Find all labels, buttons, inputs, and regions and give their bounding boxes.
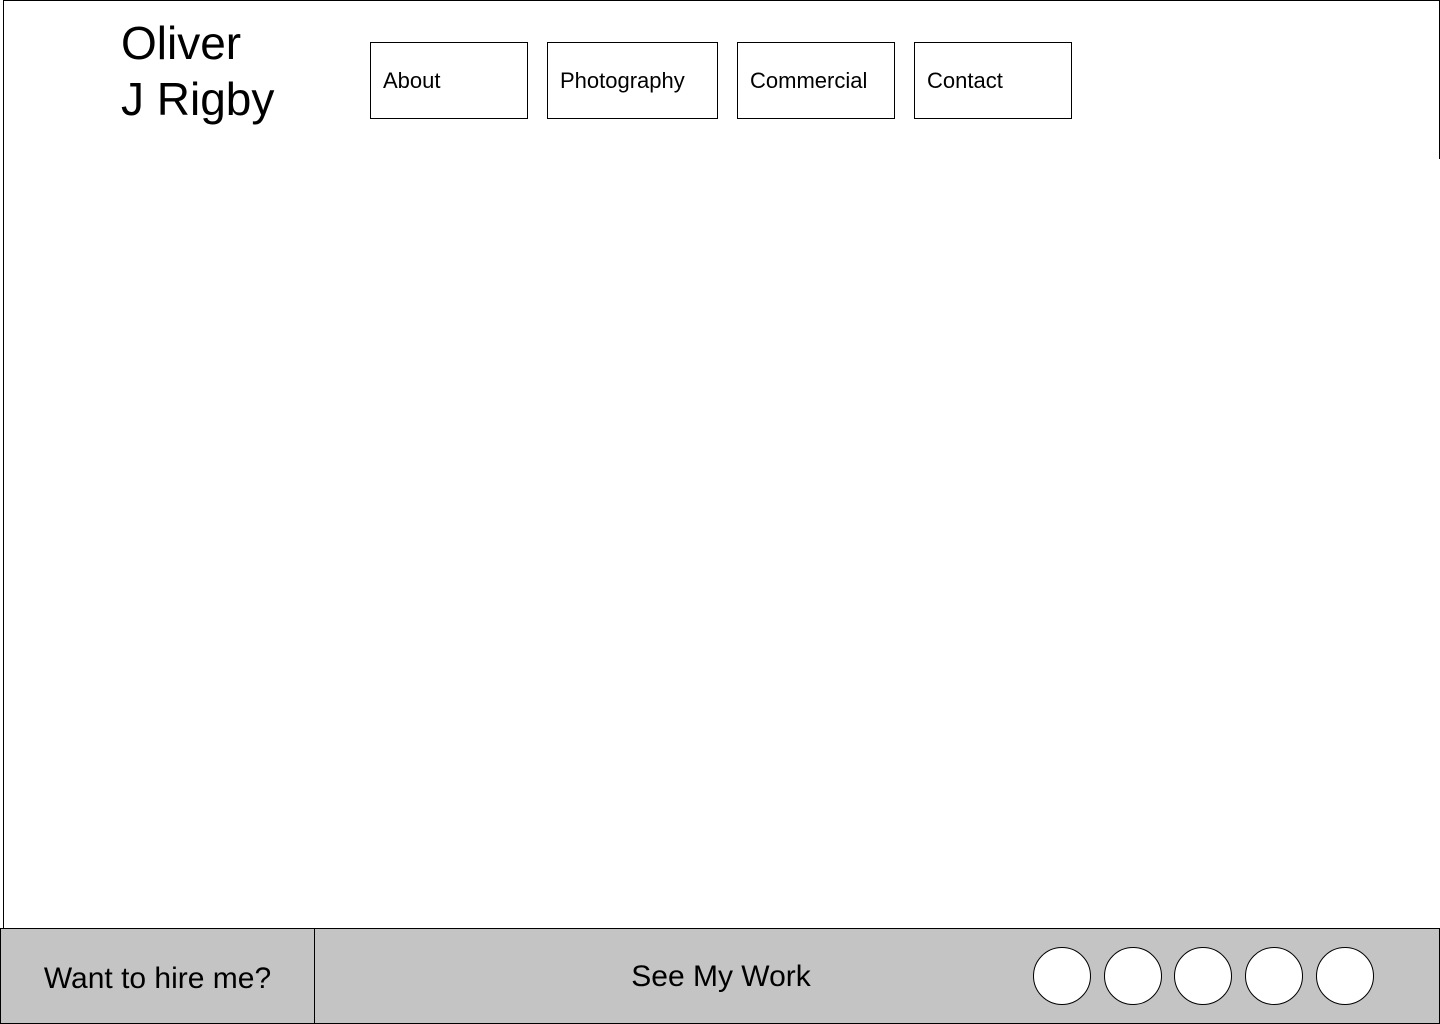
nav-commercial-button[interactable]: Commercial bbox=[737, 42, 895, 119]
social-placeholder-icon[interactable] bbox=[1316, 947, 1374, 1005]
social-placeholder-icon[interactable] bbox=[1104, 947, 1162, 1005]
nav-contact-button[interactable]: Contact bbox=[914, 42, 1072, 119]
page: Oliver J Rigby About Photography Commerc… bbox=[0, 0, 1440, 1024]
nav-about-label: About bbox=[383, 67, 441, 93]
see-my-work-link[interactable]: See My Work bbox=[521, 929, 921, 1023]
site-logo-text[interactable]: Oliver J Rigby bbox=[121, 15, 274, 127]
social-placeholder-icon[interactable] bbox=[1033, 947, 1091, 1005]
social-placeholder-icon[interactable] bbox=[1245, 947, 1303, 1005]
nav-photography-button[interactable]: Photography bbox=[547, 42, 718, 119]
see-my-work-label: See My Work bbox=[631, 960, 811, 993]
social-placeholder-icon[interactable] bbox=[1174, 947, 1232, 1005]
nav-contact-label: Contact bbox=[927, 67, 1003, 93]
hire-me-button[interactable]: Want to hire me? bbox=[1, 929, 315, 1023]
brand-first-name: Oliver bbox=[121, 17, 242, 69]
site-header: Oliver J Rigby About Photography Commerc… bbox=[3, 0, 1440, 160]
main-content-area bbox=[3, 159, 1440, 929]
site-footer: Want to hire me? See My Work bbox=[0, 928, 1440, 1024]
hire-me-label: Want to hire me? bbox=[43, 962, 272, 995]
nav-photography-label: Photography bbox=[560, 67, 685, 93]
nav-commercial-label: Commercial bbox=[750, 67, 868, 93]
brand-last-name: J Rigby bbox=[121, 73, 275, 125]
nav-about-button[interactable]: About bbox=[370, 42, 528, 119]
